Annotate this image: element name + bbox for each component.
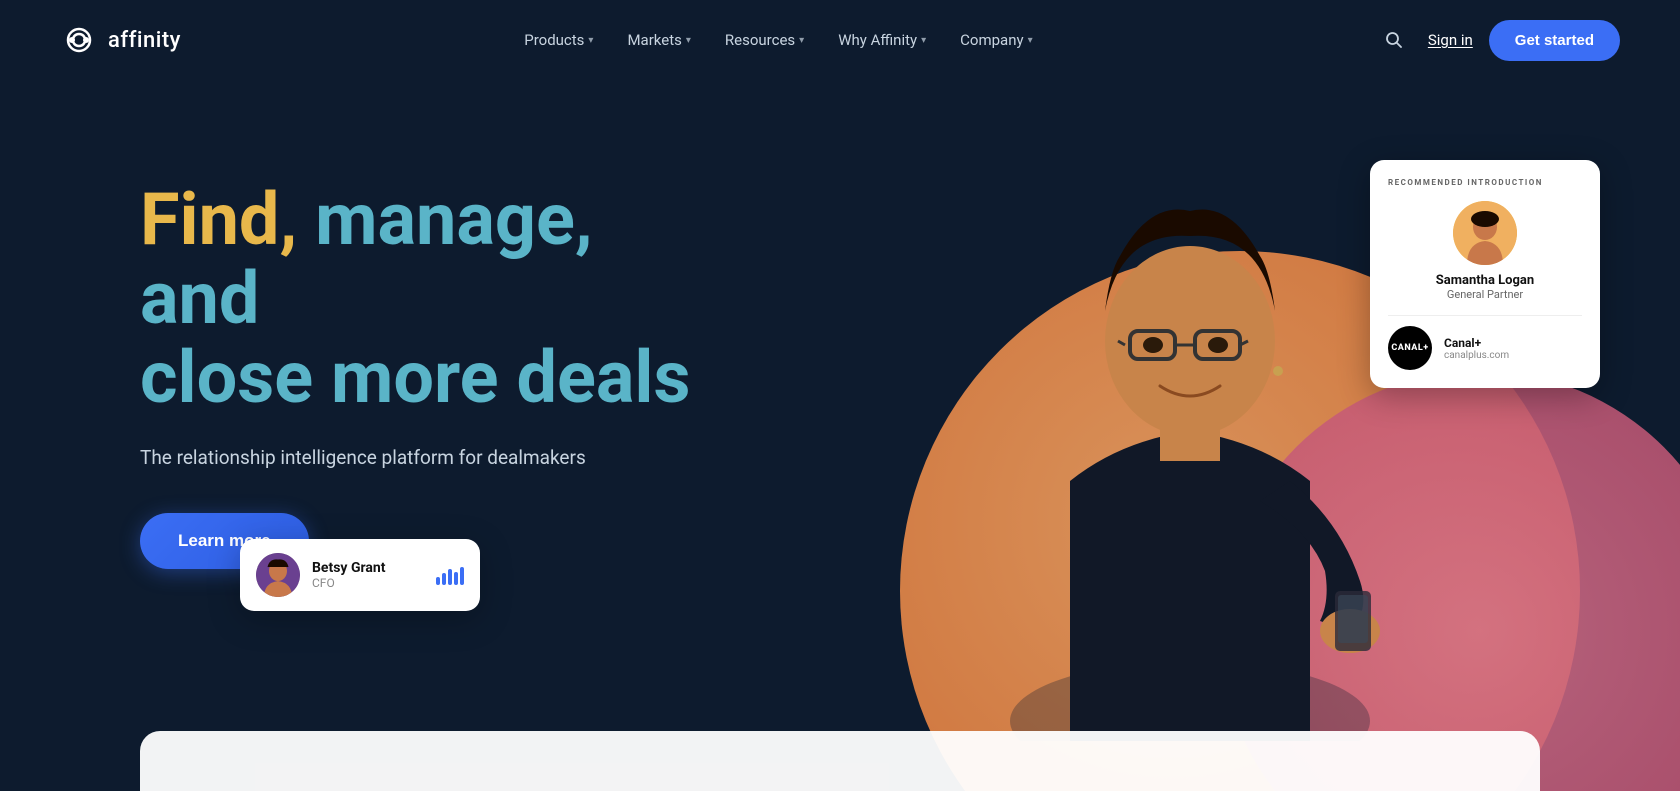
hero-section: Find, manage, and close more deals The r… — [0, 80, 1680, 791]
search-icon — [1384, 30, 1404, 50]
nav-item-products[interactable]: Products ▾ — [510, 23, 607, 57]
samantha-avatar — [1453, 201, 1517, 265]
chevron-down-icon: ▾ — [1028, 35, 1033, 46]
card-divider — [1388, 315, 1582, 316]
nav-item-company[interactable]: Company ▾ — [946, 23, 1046, 57]
logo[interactable]: affinity — [60, 21, 181, 59]
bottom-bar — [140, 731, 1540, 791]
chevron-down-icon: ▾ — [686, 35, 691, 46]
contact-role: CFO — [312, 576, 385, 590]
contact-card: Betsy Grant CFO — [240, 539, 480, 611]
get-started-button[interactable]: Get started — [1489, 20, 1620, 61]
chart-bar-4 — [454, 572, 458, 585]
chevron-down-icon: ▾ — [588, 35, 593, 46]
nav-item-why-affinity[interactable]: Why Affinity ▾ — [824, 23, 940, 57]
company-row: CANAL+ Canal+ canalplus.com — [1388, 326, 1582, 370]
recommended-title: General Partner — [1447, 288, 1523, 301]
betsy-avatar — [256, 553, 300, 597]
contact-avatar — [256, 553, 300, 597]
hero-subtitle: The relationship intelligence platform f… — [140, 446, 700, 469]
hero-headline: Find, manage, and close more deals — [140, 180, 700, 418]
chart-bar-1 — [436, 577, 440, 585]
company-name: Canal+ — [1444, 336, 1509, 350]
nav-item-resources[interactable]: Resources ▾ — [711, 23, 818, 57]
contact-name: Betsy Grant — [312, 560, 385, 576]
sign-in-button[interactable]: Sign in — [1428, 31, 1473, 49]
recommended-intro-card: RECOMMENDED INTRODUCTION Samantha Logan … — [1370, 160, 1600, 388]
search-button[interactable] — [1376, 22, 1412, 58]
chart-bar-2 — [442, 573, 446, 585]
chevron-down-icon: ▾ — [799, 35, 804, 46]
canal-logo: CANAL+ — [1388, 326, 1432, 370]
company-url: canalplus.com — [1444, 350, 1509, 361]
affinity-logo-icon — [60, 21, 98, 59]
nav-item-markets[interactable]: Markets ▾ — [613, 23, 704, 57]
chart-bar-5 — [460, 567, 464, 585]
nav-right: Sign in Get started — [1376, 20, 1620, 61]
contact-info: Betsy Grant CFO — [312, 560, 385, 590]
chevron-down-icon: ▾ — [921, 35, 926, 46]
recommended-name: Samantha Logan — [1436, 273, 1534, 288]
avatar — [1453, 201, 1517, 265]
hero-person-image — [940, 101, 1440, 741]
nav-links: Products ▾ Markets ▾ Resources ▾ Why Aff… — [510, 23, 1046, 57]
chart-bar-3 — [448, 569, 452, 585]
card-badge: RECOMMENDED INTRODUCTION — [1388, 178, 1582, 187]
recommended-person: Samantha Logan General Partner — [1388, 201, 1582, 301]
activity-chart — [436, 565, 464, 585]
logo-wordmark: affinity — [108, 28, 181, 53]
hero-text-block: Find, manage, and close more deals The r… — [140, 180, 700, 569]
main-nav: affinity Products ▾ Markets ▾ Resources … — [0, 0, 1680, 80]
